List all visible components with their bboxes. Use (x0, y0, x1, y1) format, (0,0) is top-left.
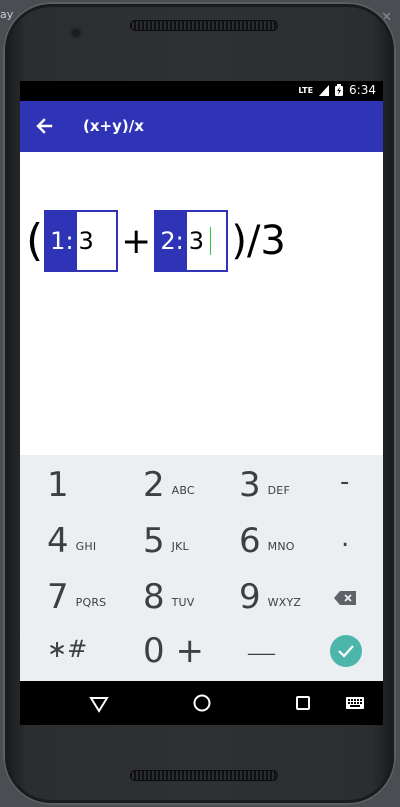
bottom-speaker (130, 770, 278, 781)
key-7-letters: PQRS (75, 596, 107, 609)
slot-2-value-text: 3 (188, 227, 204, 255)
key-3-letters: DEF (267, 484, 290, 497)
key-0-plus[interactable]: 0 + (143, 631, 204, 671)
key-space[interactable]: ___ (248, 635, 275, 656)
keyboard-icon[interactable] (345, 692, 365, 714)
done-button[interactable] (330, 635, 362, 667)
key-0-plus-glyph: 0 + (143, 631, 204, 671)
plus-operator: + (121, 220, 152, 262)
key-4-digit: 4 (47, 521, 69, 561)
key-7-digit: 7 (47, 577, 69, 617)
key-6[interactable]: 6 MNO (239, 521, 295, 561)
key-9[interactable]: 9 WXYZ (239, 577, 301, 617)
slot-1-field[interactable]: 1: 3 (44, 210, 119, 272)
key-decimal[interactable]: . (341, 523, 349, 553)
formula-tail: )/3 (231, 218, 286, 264)
app-bar: (x+y)/x (20, 101, 383, 152)
key-8-digit: 8 (143, 577, 165, 617)
key-2[interactable]: 2 ABC (143, 465, 195, 505)
check-icon (338, 645, 354, 658)
key-6-letters: MNO (267, 540, 295, 553)
key-7[interactable]: 7 PQRS (47, 577, 106, 617)
clock: 6:34 (349, 83, 376, 97)
battery-icon (335, 84, 344, 96)
key-1-digit: 1 (47, 465, 69, 505)
key-minus-glyph: - (340, 467, 350, 497)
key-6-digit: 6 (239, 521, 261, 561)
key-2-letters: ABC (171, 484, 195, 497)
top-speaker (130, 20, 278, 31)
network-label: LTE (298, 85, 314, 95)
slot-2-tag: 2: (156, 212, 187, 270)
key-5-digit: 5 (143, 521, 165, 561)
key-decimal-glyph: . (341, 523, 350, 553)
backspace-icon[interactable] (334, 591, 356, 605)
phone-frame: LTE 6:34 (x+y)/x ( 1: 3 + 2: 3)/3 1 2 A… (3, 2, 396, 805)
front-camera (72, 29, 80, 37)
open-paren: ( (26, 215, 44, 266)
recents-square-icon[interactable] (292, 692, 314, 714)
text-cursor (209, 227, 211, 255)
desktop-partial-text: ay (0, 8, 14, 21)
key-space-glyph: ___ (248, 635, 275, 656)
key-8[interactable]: 8 TUV (143, 577, 195, 617)
key-1[interactable]: 1 (47, 465, 69, 505)
key-3[interactable]: 3 DEF (239, 465, 290, 505)
key-8-letters: TUV (171, 596, 195, 609)
key-2-digit: 2 (143, 465, 165, 505)
key-3-digit: 3 (239, 465, 261, 505)
home-circle-icon[interactable] (191, 692, 213, 714)
nav-bar (20, 681, 383, 725)
numeric-keypad: 1 2 ABC 3 DEF - 4 GHI 5 JKL 6 MNO . 7 PQRS 8 TU… (20, 455, 383, 681)
slot-1-value: 3 (78, 227, 94, 255)
key-5[interactable]: 5 JKL (143, 521, 189, 561)
back-arrow-icon[interactable] (32, 113, 58, 139)
slot-2-field[interactable]: 2: 3 (154, 210, 229, 272)
key-4[interactable]: 4 GHI (47, 521, 96, 561)
key-9-letters: WXYZ (267, 596, 302, 609)
formula-expression: ( 1: 3 + 2: 3 )/3 (26, 206, 288, 276)
back-triangle-icon[interactable] (88, 692, 110, 714)
key-star-hash-glyph: ∗# (47, 635, 88, 663)
slot-2-value: 3 (187, 227, 211, 255)
status-bar: LTE 6:34 (20, 81, 383, 101)
key-9-digit: 9 (239, 577, 261, 617)
key-4-letters: GHI (75, 540, 97, 553)
signal-icon (319, 84, 330, 96)
key-star-hash[interactable]: ∗# (47, 635, 87, 663)
app-title: (x+y)/x (83, 117, 144, 135)
key-minus[interactable]: - (340, 467, 349, 497)
formula-editor: ( 1: 3 + 2: 3 )/3 (20, 152, 383, 455)
screen: LTE 6:34 (x+y)/x ( 1: 3 + 2: 3)/3 1 2 A… (20, 81, 383, 725)
slot-1-tag: 1: (46, 212, 77, 270)
key-5-letters: JKL (171, 540, 189, 553)
